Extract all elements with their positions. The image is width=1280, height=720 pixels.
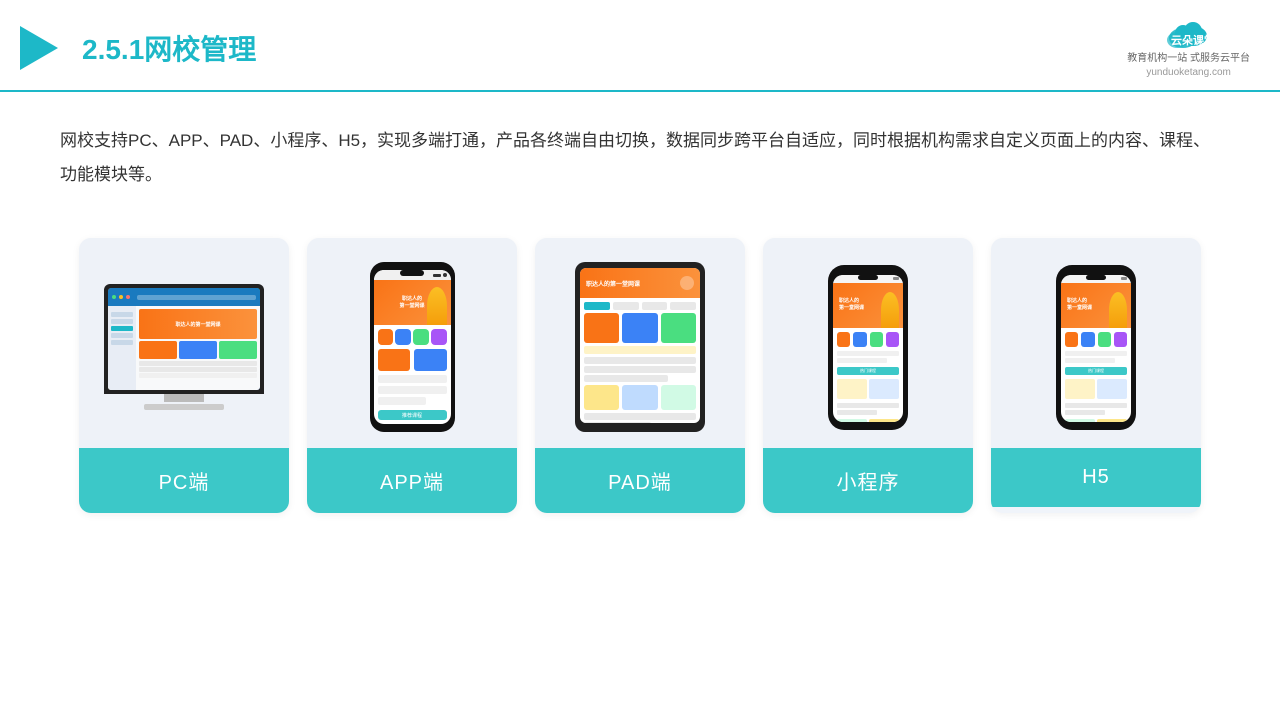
pc-base [144, 404, 224, 410]
card-pad: 职达人的第一堂网课 [535, 238, 745, 513]
header-left: 2.5.1网校管理 [20, 26, 256, 70]
pc-screen-inner: 职达人的第一堂网课 [108, 288, 260, 390]
card-h5-label: H5 [991, 448, 1201, 507]
h5-phone-mockup: 职达人的第一堂网课 热门课程 [1056, 265, 1136, 430]
pad-mockup: 职达人的第一堂网课 [575, 262, 705, 432]
card-pc-label: PC端 [79, 448, 289, 513]
h5-phone-screen: 职达人的第一堂网课 热门课程 [1061, 275, 1131, 422]
h5-phone-notch [1086, 275, 1106, 280]
page-title: 2.5.1网校管理 [82, 28, 256, 68]
logo-cloud: 云朵课堂 [1163, 18, 1215, 50]
card-pc-image: 职达人的第一堂网课 [79, 238, 289, 448]
card-app: 职达人的第一堂网课 [307, 238, 517, 513]
card-app-image: 职达人的第一堂网课 [307, 238, 517, 448]
card-pad-image: 职达人的第一堂网课 [535, 238, 745, 448]
phone-notch [400, 270, 424, 276]
phone-screen: 职达人的第一堂网课 [374, 270, 451, 424]
card-pad-label: PAD端 [535, 448, 745, 513]
logo-subtitle: 教育机构一站 式服务云平台 [1127, 52, 1250, 66]
card-h5: 职达人的第一堂网课 热门课程 [991, 238, 1201, 513]
description-text: 网校支持PC、APP、PAD、小程序、H5，实现多端打通，产品各终端自由切换，数… [0, 92, 1280, 208]
page-header: 2.5.1网校管理 云朵课堂 教育机构一站 式服务云平台 yunduoketan… [0, 0, 1280, 92]
mini-phone-notch [858, 275, 878, 280]
card-app-label: APP端 [307, 448, 517, 513]
card-miniprogram: 职达人的第一堂网课 热门课程 [763, 238, 973, 513]
svg-text:云朵课堂: 云朵课堂 [1171, 33, 1215, 47]
logo-domain: yunduoketang.com [1146, 67, 1231, 78]
pc-stand [164, 394, 204, 402]
card-miniprogram-image: 职达人的第一堂网课 热门课程 [763, 238, 973, 448]
play-icon [20, 26, 58, 70]
card-pc: 职达人的第一堂网课 [79, 238, 289, 513]
card-h5-image: 职达人的第一堂网课 热门课程 [991, 238, 1201, 448]
pc-mockup: 职达人的第一堂网课 [104, 284, 264, 410]
cards-section: 职达人的第一堂网课 [0, 218, 1280, 533]
pad-screen: 职达人的第一堂网课 [580, 268, 700, 423]
mini-phone-screen: 职达人的第一堂网课 热门课程 [833, 275, 903, 422]
miniprogram-phone-mockup: 职达人的第一堂网课 热门课程 [828, 265, 908, 430]
card-miniprogram-label: 小程序 [763, 448, 973, 513]
cloud-icon: 云朵课堂 [1163, 18, 1215, 50]
app-phone-mockup: 职达人的第一堂网课 [370, 262, 455, 432]
pc-screen-outer: 职达人的第一堂网课 [104, 284, 264, 394]
logo-area: 云朵课堂 教育机构一站 式服务云平台 yunduoketang.com [1127, 18, 1250, 78]
